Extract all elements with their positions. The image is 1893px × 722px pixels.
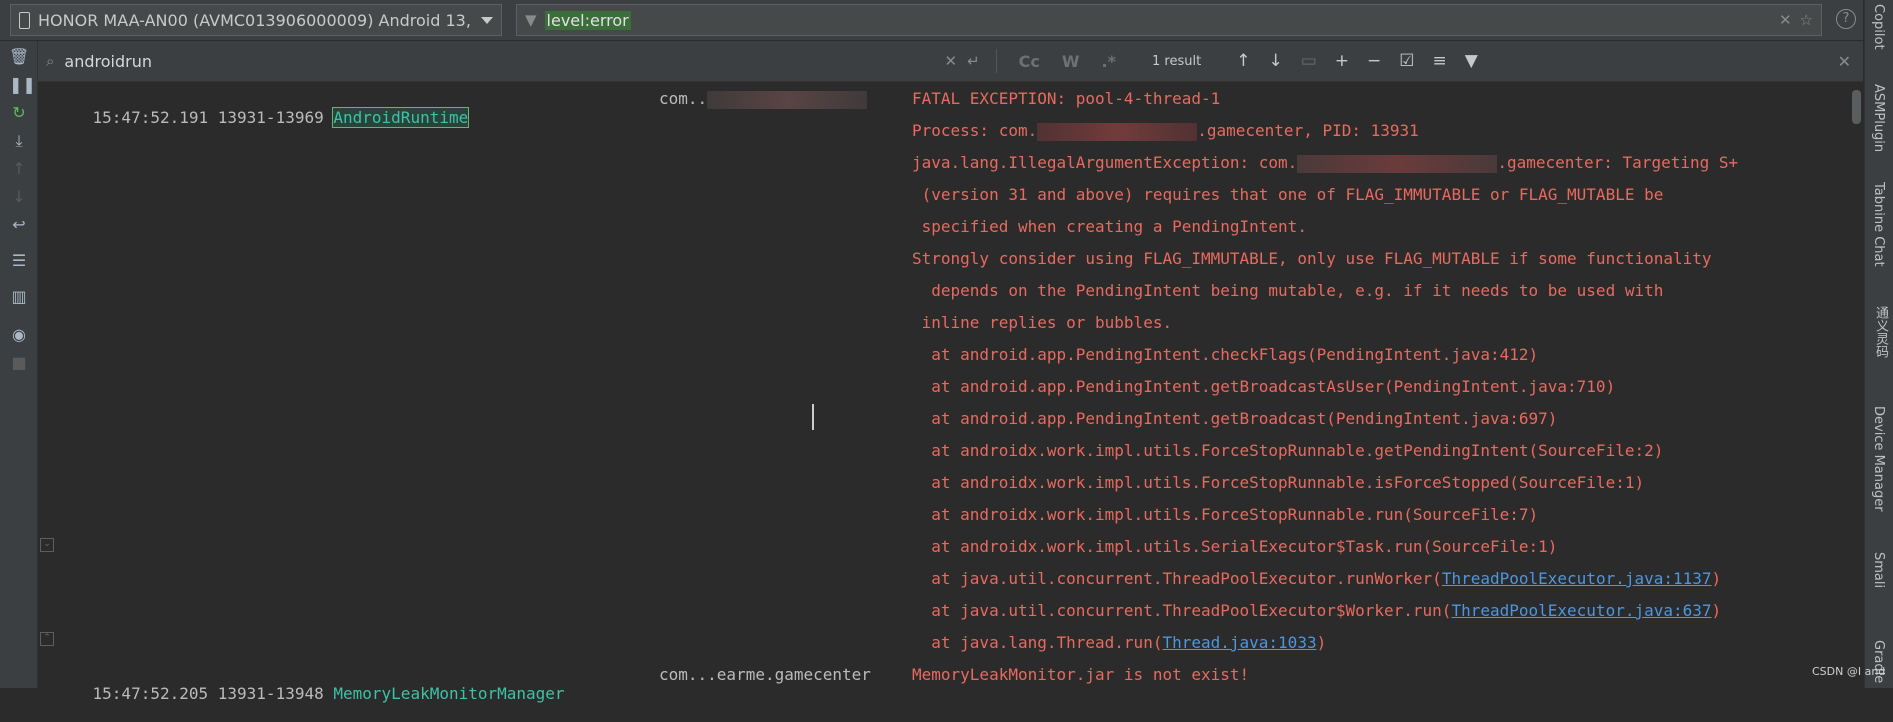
regex-toggle[interactable]: .* — [1096, 52, 1122, 71]
add-selection-icon[interactable]: + — [1335, 51, 1349, 71]
help-icon[interactable]: ? — [1836, 9, 1856, 29]
stack-frame: at java.util.concurrent.ThreadPoolExecut… — [912, 569, 1722, 588]
tool-copilot[interactable]: Copilot — [1871, 4, 1886, 50]
log-row: 15:47:52.191 13931-13969 AndroidRuntime — [54, 89, 470, 146]
next-icon[interactable]: ↓ — [9, 187, 29, 207]
chevron-down-icon — [481, 16, 493, 24]
log-message-line: depends on the PendingIntent being mutab… — [912, 281, 1664, 300]
redaction — [1037, 122, 1198, 141]
logcat-output[interactable]: 15:47:52.191 13931-13969 AndroidRuntime … — [38, 82, 1850, 703]
vertical-scrollbar[interactable] — [1850, 82, 1863, 688]
source-link[interactable]: Thread.java:1033 — [1162, 633, 1316, 652]
tool-device-manager[interactable]: Device Manager — [1871, 406, 1886, 512]
log-time: 15:47:52.205 — [92, 684, 209, 703]
log-message-line: specified when creating a PendingIntent. — [912, 217, 1307, 236]
source-link[interactable]: ThreadPoolExecutor.java:637 — [1451, 601, 1711, 620]
stack-frame: at androidx.work.impl.utils.SerialExecut… — [912, 537, 1558, 556]
source-link[interactable]: ThreadPoolExecutor.java:1137 — [1442, 569, 1712, 588]
soft-wrap-icon[interactable]: ↩ — [9, 215, 29, 235]
top-toolbar: HONOR MAA-AN00 (AVMC013906000009) Androi… — [0, 0, 1863, 41]
log-package: com.. — [659, 89, 868, 109]
tool-smali[interactable]: Smali — [1871, 552, 1886, 588]
trash-icon[interactable]: 🗑 — [9, 47, 29, 67]
text-cursor — [812, 404, 814, 430]
log-message-line: Process: com. .gamecenter, PID: 13931 — [912, 121, 1419, 141]
logcat-filter-input[interactable]: ▼ level:error ✕ ☆ — [516, 4, 1822, 36]
log-message-line: MemoryLeakMonitor.jar is not exist! — [912, 665, 1250, 684]
close-search-icon[interactable]: ✕ — [1838, 52, 1851, 71]
log-message-line: FATAL EXCEPTION: pool-4-thread-1 — [912, 89, 1221, 108]
restart-icon[interactable]: ↻ — [9, 103, 29, 123]
settings-icon[interactable]: ☰ — [9, 251, 29, 271]
left-toolbar: 🗑 ❚❚ ↻ ⤓ ↑ ↓ ↩ ☰ ▥ ◉ ■ — [0, 41, 38, 688]
clear-search-icon[interactable]: ✕ — [945, 52, 958, 70]
funnel-icon[interactable]: ▼ — [1465, 51, 1478, 71]
device-label: HONOR MAA-AN00 (AVMC013906000009) Androi… — [38, 10, 473, 30]
search-icon[interactable]: ⌕ — [46, 52, 54, 70]
log-row: 15:47:52.205 13931-13948 MemoryLeakMonit… — [54, 665, 565, 722]
device-selector[interactable]: HONOR MAA-AN00 (AVMC013906000009) Androi… — [10, 4, 502, 36]
redaction — [1297, 154, 1498, 173]
tool-tongyi[interactable]: 通义灵码 — [1871, 306, 1890, 358]
select-occurrence-icon[interactable]: ▭ — [1301, 51, 1317, 71]
remove-selection-icon[interactable]: − — [1367, 51, 1381, 71]
filter-value: level:error — [544, 10, 631, 30]
stack-frame: at android.app.PendingIntent.getBroadcas… — [912, 377, 1616, 396]
previous-icon[interactable]: ↑ — [9, 159, 29, 179]
pause-icon[interactable]: ❚❚ — [9, 75, 36, 95]
phone-icon — [19, 11, 30, 29]
stack-frame: at androidx.work.impl.utils.ForceStopRun… — [912, 473, 1645, 492]
stack-frame: at androidx.work.impl.utils.ForceStopRun… — [912, 441, 1664, 460]
log-message-line: inline replies or bubbles. — [912, 313, 1173, 332]
log-pid: 13931-13969 — [217, 108, 324, 127]
stack-frame: at android.app.PendingIntent.getBroadcas… — [912, 409, 1558, 428]
stack-frame: at java.util.concurrent.ThreadPoolExecut… — [912, 601, 1722, 620]
camera-icon[interactable]: ◉ — [9, 325, 29, 345]
split-view-icon[interactable]: ▥ — [9, 287, 29, 307]
clear-filter-icon[interactable]: ✕ — [1779, 11, 1792, 29]
select-all-icon[interactable]: ☑ — [1399, 51, 1414, 71]
log-pid: 13931-13948 — [217, 684, 324, 703]
log-package: com...earme.gamecenter — [659, 665, 871, 684]
tool-tabnine-chat[interactable]: Tabnine Chat — [1871, 182, 1886, 267]
search-result-count: 1 result — [1152, 53, 1202, 69]
stack-frame: at android.app.PendingIntent.checkFlags(… — [912, 345, 1539, 364]
filter-results-icon[interactable]: ≡ — [1433, 51, 1447, 71]
log-tag: MemoryLeakMonitorManager — [333, 684, 565, 703]
search-input[interactable]: androidrun — [64, 52, 934, 71]
watermark: CSDN @I and — [1812, 665, 1886, 678]
new-line-icon[interactable]: ↵ — [967, 52, 980, 70]
log-message-line: java.lang.IllegalArgumentException: com.… — [912, 153, 1739, 173]
tool-asmplugin[interactable]: ASMPlugin — [1871, 84, 1886, 152]
arrow-down-icon[interactable]: ↓ — [1268, 51, 1282, 71]
match-case-toggle[interactable]: Cc — [1013, 52, 1046, 71]
scroll-to-end-icon[interactable]: ⤓ — [9, 131, 29, 151]
log-message-line: (version 31 and above) requires that one… — [912, 185, 1664, 204]
log-tag: AndroidRuntime — [332, 107, 470, 128]
favorite-filter-icon[interactable]: ☆ — [1800, 11, 1813, 29]
log-message-line: Strongly consider using FLAG_IMMUTABLE, … — [912, 249, 1712, 268]
arrow-up-icon[interactable]: ↑ — [1236, 51, 1250, 71]
stack-frame: at java.lang.Thread.run(Thread.java:1033… — [912, 633, 1327, 652]
words-toggle[interactable]: W — [1056, 52, 1086, 71]
search-bar: ⌕ androidrun ✕ ↵ Cc W .* 1 result ↑ ↓ ▭ … — [38, 41, 1863, 82]
redaction — [707, 90, 868, 109]
fold-icon[interactable]: ⌃ — [40, 632, 54, 646]
right-tool-strip: Copilot ASMPlugin Tabnine Chat 通义灵码 Devi… — [1864, 0, 1893, 688]
video-icon[interactable]: ■ — [9, 353, 29, 373]
filter-icon[interactable]: ▼ — [525, 11, 537, 29]
stack-frame: at androidx.work.impl.utils.ForceStopRun… — [912, 505, 1539, 524]
fold-icon[interactable]: ⌄ — [40, 538, 54, 552]
log-time: 15:47:52.191 — [92, 108, 209, 127]
